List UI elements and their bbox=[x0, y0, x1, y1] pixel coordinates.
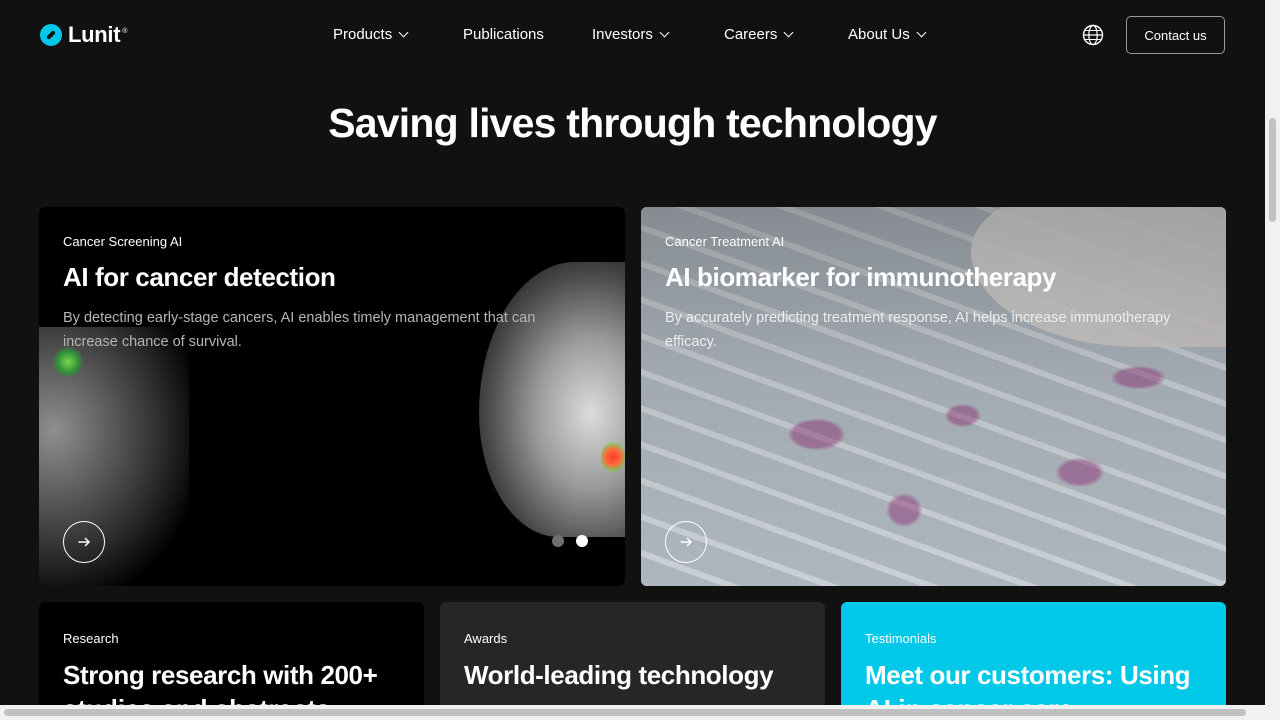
horizontal-scrollbar[interactable] bbox=[0, 705, 1265, 720]
card-title: Strong research with 200+ bbox=[63, 660, 378, 690]
vertical-scroll-thumb[interactable] bbox=[1269, 118, 1276, 222]
nav-item-label: About Us bbox=[848, 26, 910, 43]
card-label: Cancer Treatment AI bbox=[665, 234, 785, 249]
site-header: Lunit ® Products Publications Investors … bbox=[0, 0, 1265, 70]
mammogram-image bbox=[479, 262, 625, 537]
chevron-down-icon bbox=[398, 27, 409, 37]
nav-item-about-us[interactable]: About Us bbox=[848, 26, 927, 43]
nav-item-label: Investors bbox=[592, 26, 653, 43]
nav-item-label: Products bbox=[333, 26, 393, 43]
logo-registered-mark: ® bbox=[122, 27, 128, 35]
lesion-heatmap-marker bbox=[601, 442, 625, 472]
nav-item-products[interactable]: Products bbox=[333, 26, 409, 43]
nav-item-investors[interactable]: Investors bbox=[592, 26, 670, 43]
card-description: By accurately predicting treatment respo… bbox=[665, 310, 1171, 350]
globe-icon[interactable] bbox=[1082, 24, 1104, 46]
horizontal-scroll-thumb[interactable] bbox=[4, 709, 1246, 716]
arrow-right-icon bbox=[680, 537, 693, 547]
card-label: Research bbox=[63, 631, 119, 646]
chevron-down-icon bbox=[783, 27, 794, 37]
chevron-down-icon bbox=[659, 27, 670, 37]
carousel-dot-active[interactable] bbox=[576, 535, 588, 547]
feature-card-immunotherapy[interactable]: Cancer Treatment AI AI biomarker for imm… bbox=[641, 207, 1226, 586]
card-description: By detecting early-stage cancers, AI ena… bbox=[63, 310, 536, 350]
card-label: Testimonials bbox=[865, 631, 937, 646]
nav-item-publications[interactable]: Publications bbox=[463, 26, 544, 43]
arrow-right-icon bbox=[78, 537, 91, 547]
lunit-logo-mark-icon bbox=[40, 24, 62, 46]
card-label: Cancer Screening AI bbox=[63, 234, 183, 249]
carousel-dots bbox=[552, 535, 588, 547]
info-card-testimonials[interactable]: Testimonials Meet our customers: Using A… bbox=[841, 602, 1226, 720]
lunit-logo[interactable]: Lunit ® bbox=[40, 22, 127, 48]
nav-item-label: Careers bbox=[724, 26, 778, 43]
card-title: AI biomarker for immunotherapy bbox=[665, 262, 1057, 292]
nav-item-label: Publications bbox=[463, 26, 544, 43]
card-arrow-button[interactable] bbox=[665, 521, 707, 563]
feature-card-cancer-detection[interactable]: Cancer Screening AI AI for cancer detect… bbox=[39, 207, 625, 586]
card-label: Awards bbox=[464, 631, 508, 646]
card-title: Meet our customers: Using bbox=[865, 660, 1191, 690]
info-card-research[interactable]: Research Strong research with 200+ studi… bbox=[39, 602, 424, 720]
card-title: AI for cancer detection bbox=[63, 262, 336, 292]
nav-item-careers[interactable]: Careers bbox=[724, 26, 794, 43]
vertical-scrollbar[interactable] bbox=[1265, 0, 1280, 720]
contact-us-button[interactable]: Contact us bbox=[1126, 16, 1225, 54]
card-arrow-button[interactable] bbox=[63, 521, 105, 563]
carousel-dot[interactable] bbox=[552, 535, 564, 547]
chevron-down-icon bbox=[916, 27, 927, 37]
info-card-awards[interactable]: Awards World-leading technology bbox=[440, 602, 825, 720]
logo-text: Lunit bbox=[68, 22, 121, 47]
hero-title: Saving lives through technology bbox=[328, 100, 937, 146]
card-title: World-leading technology bbox=[464, 660, 774, 690]
